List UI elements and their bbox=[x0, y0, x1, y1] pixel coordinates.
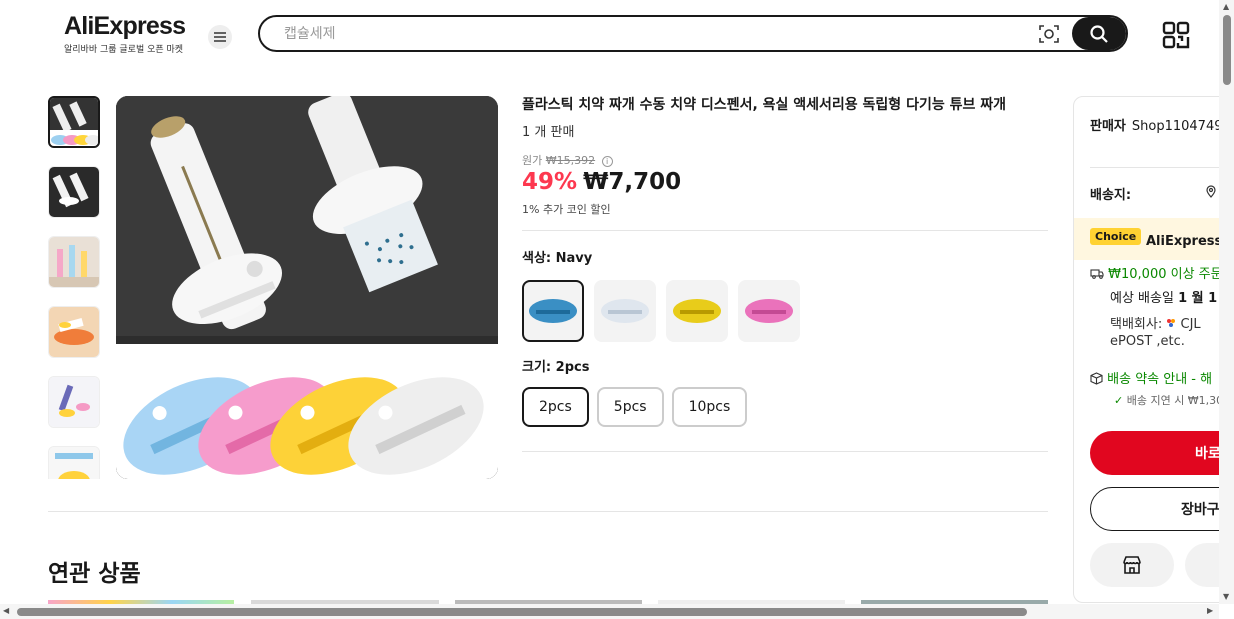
size-value: 2pcs bbox=[555, 360, 590, 375]
ship-to-label: 배송지: bbox=[1090, 188, 1132, 203]
thumbnail-list bbox=[48, 96, 102, 479]
eta-value: 1 월 1 bbox=[1178, 291, 1218, 306]
check-icon: ✓ bbox=[1114, 394, 1124, 407]
related-products-title: 연관 상품 bbox=[48, 561, 141, 587]
divider bbox=[522, 230, 1048, 231]
free-shipping: ₩10,000 이상 주문 bbox=[1090, 263, 1223, 282]
discount-percent: 49% bbox=[522, 169, 578, 195]
color-value: Navy bbox=[555, 251, 593, 266]
search-input[interactable] bbox=[282, 23, 982, 45]
choice-banner: Choice AliExpress상점 bbox=[1074, 218, 1222, 260]
color-swatches bbox=[522, 280, 800, 342]
current-price: ₩7,700 bbox=[583, 169, 682, 195]
scroll-right-icon[interactable]: ▶ bbox=[1207, 606, 1213, 615]
scroll-up-icon[interactable]: ▲ bbox=[1223, 2, 1229, 11]
aliexpress-logo[interactable]: AliExpress 알리바바 그룹 글로벌 오픈 마켓 bbox=[64, 12, 194, 55]
size-option-5pcs[interactable]: 5pcs bbox=[596, 387, 664, 427]
scroll-down-icon[interactable]: ▼ bbox=[1223, 592, 1229, 601]
store-icon bbox=[1123, 556, 1141, 574]
choice-store-name: AliExpress상점 bbox=[1146, 234, 1222, 249]
location-pin-icon[interactable] bbox=[1206, 183, 1216, 202]
purchase-panel: 판매자Shop1104749 배송지: Choice AliExpress상점 … bbox=[1073, 96, 1223, 603]
divider bbox=[1090, 167, 1222, 168]
promise-text: 배송 약속 안내 - 해 bbox=[1107, 372, 1213, 387]
add-to-cart-button[interactable]: 장바구 bbox=[1090, 487, 1222, 531]
vertical-scroll-thumb[interactable] bbox=[1223, 15, 1231, 85]
camera-search-icon[interactable] bbox=[1038, 23, 1060, 45]
buy-now-button[interactable]: 바로 bbox=[1090, 431, 1222, 475]
size-options: 2pcs 5pcs 10pcs bbox=[522, 387, 748, 427]
delivery-promise[interactable]: 배송 약속 안내 - 해 bbox=[1090, 368, 1212, 387]
color-label-text: 색상: bbox=[522, 251, 556, 266]
original-price: 원가 ₩15,392 i bbox=[522, 152, 613, 168]
thumbnail-4[interactable] bbox=[48, 306, 100, 358]
size-option-10pcs[interactable]: 10pcs bbox=[671, 387, 748, 427]
coin-discount: 1% 추가 코인 할인 bbox=[522, 203, 611, 216]
swatch-pink[interactable] bbox=[738, 280, 800, 342]
carrier-more: ePOST ,etc. bbox=[1110, 334, 1185, 349]
scroll-left-icon[interactable]: ◀ bbox=[3, 606, 9, 615]
carrier-info: 택배회사: CJL bbox=[1110, 313, 1201, 332]
original-price-value: ₩15,392 bbox=[545, 154, 596, 167]
choice-badge: Choice bbox=[1090, 228, 1142, 245]
swatch-white[interactable] bbox=[594, 280, 656, 342]
menu-icon[interactable] bbox=[208, 25, 232, 49]
logo-text: AliExpress bbox=[64, 12, 186, 40]
size-label-text: 크기: bbox=[522, 360, 556, 375]
original-price-label: 원가 bbox=[522, 154, 543, 167]
thumbnail-6[interactable] bbox=[48, 446, 100, 479]
price-row: 49% ₩7,700 bbox=[522, 169, 681, 195]
horizontal-scroll-thumb[interactable] bbox=[17, 608, 1027, 616]
store-button[interactable] bbox=[1090, 543, 1174, 587]
carrier-name: CJL bbox=[1180, 317, 1201, 332]
seller-info: 판매자 Shop1104749 bbox=[1090, 115, 1222, 134]
thumbnail-3[interactable] bbox=[48, 236, 100, 288]
box-icon bbox=[1090, 372, 1103, 385]
carrier-label: 택배회사: bbox=[1110, 317, 1167, 332]
qr-code-icon[interactable] bbox=[1162, 21, 1190, 49]
thumbnail-1[interactable] bbox=[48, 96, 100, 148]
free-shipping-text: ₩10,000 이상 주문 bbox=[1108, 267, 1223, 282]
seller-label: 판매자 bbox=[1090, 119, 1126, 134]
delay-text: 배송 지연 시 ₩1,30 bbox=[1126, 394, 1223, 407]
info-icon[interactable]: i bbox=[601, 155, 613, 167]
size-option-2pcs[interactable]: 2pcs bbox=[522, 387, 589, 427]
truck-icon bbox=[1090, 269, 1104, 279]
swatch-navy[interactable] bbox=[522, 280, 584, 342]
cj-logo-icon bbox=[1167, 319, 1176, 327]
delivery-estimate: 예상 배송일 1 월 1 bbox=[1110, 287, 1217, 306]
color-label: 색상: Navy bbox=[522, 247, 592, 266]
search-bar bbox=[258, 15, 1128, 52]
divider bbox=[48, 511, 1048, 512]
swatch-yellow[interactable] bbox=[666, 280, 728, 342]
main-product-image[interactable] bbox=[116, 96, 498, 479]
thumbnail-2[interactable] bbox=[48, 166, 100, 218]
horizontal-scrollbar[interactable]: ◀ ▶ bbox=[0, 604, 1219, 619]
eta-label: 예상 배송일 bbox=[1110, 291, 1179, 306]
product-title: 플라스틱 치약 짜개 수동 치약 디스펜서, 욕실 액세서리용 독립형 다기능 … bbox=[522, 97, 1006, 113]
delay-compensation: ✓ 배송 지연 시 ₩1,30 bbox=[1114, 392, 1223, 408]
logo-tagline: 알리바바 그룹 글로벌 오픈 마켓 bbox=[64, 45, 184, 55]
share-button[interactable] bbox=[1185, 543, 1222, 587]
search-button[interactable] bbox=[1072, 17, 1126, 50]
seller-name[interactable]: Shop1104749 bbox=[1132, 119, 1222, 134]
size-label: 크기: 2pcs bbox=[522, 356, 589, 375]
search-icon bbox=[1090, 24, 1108, 43]
sold-count: 1 개 판매 bbox=[522, 125, 575, 140]
vertical-scrollbar[interactable]: ▲ ▼ bbox=[1219, 0, 1234, 604]
thumbnail-5[interactable] bbox=[48, 376, 100, 428]
divider bbox=[522, 451, 1048, 452]
